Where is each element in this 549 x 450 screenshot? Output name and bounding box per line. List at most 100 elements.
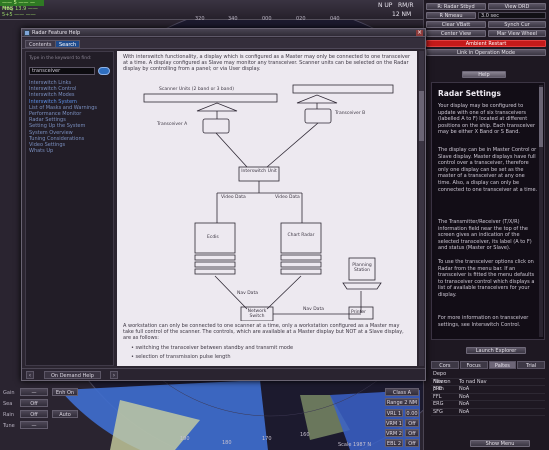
antenna-b-shape <box>296 94 338 104</box>
compass-mark: 320 <box>195 16 205 22</box>
help-window: Radar Feature Help × Contents Search Typ… <box>21 28 426 381</box>
tab-search[interactable]: Search <box>55 40 81 48</box>
help-content-pane: With interswitch functionality, a displa… <box>117 51 417 366</box>
help-toolbar: Contents Search <box>22 38 425 49</box>
help-button[interactable]: Help <box>462 71 506 78</box>
on-demand-help-button[interactable]: On Demand Help <box>44 371 101 379</box>
node-chart-radar: Chart Radar <box>287 233 315 238</box>
node-nav-data: Nav Data <box>237 291 258 296</box>
show-menu-button[interactable]: Show Menu <box>470 440 530 447</box>
radar-standby-button[interactable]: R: Radar Stbyd <box>426 3 486 10</box>
vrm1-button[interactable]: VRM 1 <box>385 419 403 427</box>
center-view-button[interactable]: Center View <box>426 30 486 37</box>
radar-settings-paragraph: Your display may be configured to update… <box>438 103 536 136</box>
radar-settings-title: Radar Settings <box>438 89 501 98</box>
clear-vbatt-button[interactable]: Clear VBatt <box>426 21 486 28</box>
ownship-data-box: —— 5 —— — Freq MBG 13.9 —— 5+5 —— —— <box>0 0 90 20</box>
node-video-data-right: Video Data <box>275 195 300 200</box>
scale-readout: Scale 1987 N <box>338 442 372 448</box>
radar-settings-help-pane: Radar Settings Your display may be confi… <box>431 82 545 340</box>
diagram-heading: Scanner Units (2 band or 3 band) <box>159 87 234 92</box>
view-drd-button[interactable]: View DRD <box>488 3 546 10</box>
list-item[interactable]: Depo Filter <box>431 371 545 385</box>
rain-label: Rain <box>3 412 14 418</box>
auto-button[interactable]: Auto <box>52 410 78 418</box>
help-window-title: Radar Feature Help <box>32 30 81 36</box>
content-scrollbar[interactable] <box>419 51 424 366</box>
vrm2-value[interactable]: Off <box>405 429 419 437</box>
help-status-bar: ‹ On Demand Help › <box>22 368 425 380</box>
antenna-a-shape <box>196 102 238 112</box>
radar-settings-paragraph: To use the transceiver options click on … <box>438 259 535 298</box>
vrl1-button[interactable]: VRL 1 <box>385 409 403 417</box>
ambient-restart-button[interactable]: Ambient Restart <box>426 40 546 47</box>
list-item[interactable]: SFG NoA <box>431 409 545 416</box>
sea-label: Sea <box>3 401 13 407</box>
sea-clutter-value[interactable]: Off <box>20 399 48 407</box>
tune-label: Tune <box>3 423 15 429</box>
orientation-label[interactable]: N UP <box>378 2 392 9</box>
vrm1-value[interactable]: Off <box>405 419 419 427</box>
tab-paltes[interactable]: Paltes <box>488 361 517 369</box>
range-rings-button[interactable]: Range 2 NM <box>385 398 419 406</box>
tab-trial[interactable]: Trial <box>517 361 545 369</box>
ownship-line-3: 5+5 —— —— <box>2 12 36 18</box>
vrl1-value[interactable]: 0.00 <box>405 409 419 417</box>
scanner-units-bar-b <box>292 84 394 94</box>
parameter-list: Depo Filter Nav on plan To nad Nav FPE NoA… <box>431 371 545 416</box>
ebl2-value[interactable]: Off <box>405 439 419 447</box>
forward-arrow-icon[interactable]: › <box>110 371 118 379</box>
compass-mark: 000 <box>262 16 272 22</box>
search-go-button[interactable] <box>98 67 110 75</box>
gain-value[interactable]: — <box>20 388 48 396</box>
list-item[interactable]: FPE NoA <box>431 386 545 394</box>
list-item[interactable]: Nav on plan To nad Nav <box>431 379 545 392</box>
node-nav-data-2: Nav Data <box>303 307 324 312</box>
compass-mark: 190 <box>180 436 190 442</box>
tune-value[interactable]: — <box>20 421 48 429</box>
bullet-item-1: • switching the transceiver between stan… <box>131 345 294 351</box>
rain-clutter-value[interactable]: Off <box>20 410 48 418</box>
gain-label: Gain <box>3 390 15 396</box>
back-arrow-icon[interactable]: ‹ <box>26 371 34 379</box>
list-item[interactable]: FFL NoA <box>431 394 545 401</box>
operation-mode-button[interactable]: Link in Operation Mode <box>426 49 546 56</box>
compass-mark: 170 <box>262 436 272 442</box>
tab-contents[interactable]: Contents <box>25 40 56 48</box>
nmea-button[interactable]: R Nmeau <box>426 12 476 19</box>
compass-mark: 040 <box>330 16 340 22</box>
radar-settings-paragraph: The display can be in Master Control or … <box>438 147 538 193</box>
compass-mark: 020 <box>296 16 306 22</box>
launch-explorer-button[interactable]: Launch Explorer <box>466 347 526 354</box>
help-window-titlebar[interactable]: Radar Feature Help × <box>22 29 425 37</box>
help-body-text: A workstation can only be connected to o… <box>123 323 404 342</box>
search-hint: Type in the keyword to find: <box>29 56 92 61</box>
list-item[interactable]: ERG NoA <box>431 401 545 409</box>
tab-cors[interactable]: Cors <box>431 361 459 369</box>
search-input[interactable]: transceiver <box>29 67 95 75</box>
ebl2-button[interactable]: EBL 2 <box>385 439 403 447</box>
close-icon[interactable]: × <box>416 30 423 36</box>
lower-tab-strip: Cors Focus Paltes Trial <box>431 361 545 369</box>
radar-settings-scrollbar[interactable] <box>539 85 543 337</box>
node-transceiver-a: Transceiver A <box>157 122 188 127</box>
compass-mark: 180 <box>222 440 232 446</box>
node-printer: Printer <box>351 310 366 315</box>
mar-view-button[interactable]: Mar View Wheel <box>488 30 546 37</box>
nmea-value[interactable]: 3.0 sec <box>478 12 546 19</box>
help-topic-panel: Type in the keyword to find: transceiver… <box>25 51 114 366</box>
range-value[interactable]: 12 NM <box>392 11 411 18</box>
tab-focus[interactable]: Focus <box>459 361 488 369</box>
vrm2-button[interactable]: VRM 2 <box>385 429 403 437</box>
transceiver-b-box <box>304 108 332 124</box>
node-transceiver-b: Transceiver B <box>335 111 366 116</box>
enhance-button[interactable]: Enh On <box>52 388 78 396</box>
class-filter-button[interactable]: Class A <box>385 388 419 396</box>
synch-cur-button[interactable]: Synch Cur <box>488 21 546 28</box>
help-app-icon <box>24 30 30 36</box>
topic-list: Interswitch Links Interswitch Control In… <box>29 80 113 154</box>
chart-radar-monitor <box>280 222 322 254</box>
node-network-switch: Network Switch <box>247 309 267 319</box>
topic-item[interactable]: Whats Up <box>29 148 113 154</box>
node-ecdis: Ecdis <box>207 235 219 240</box>
